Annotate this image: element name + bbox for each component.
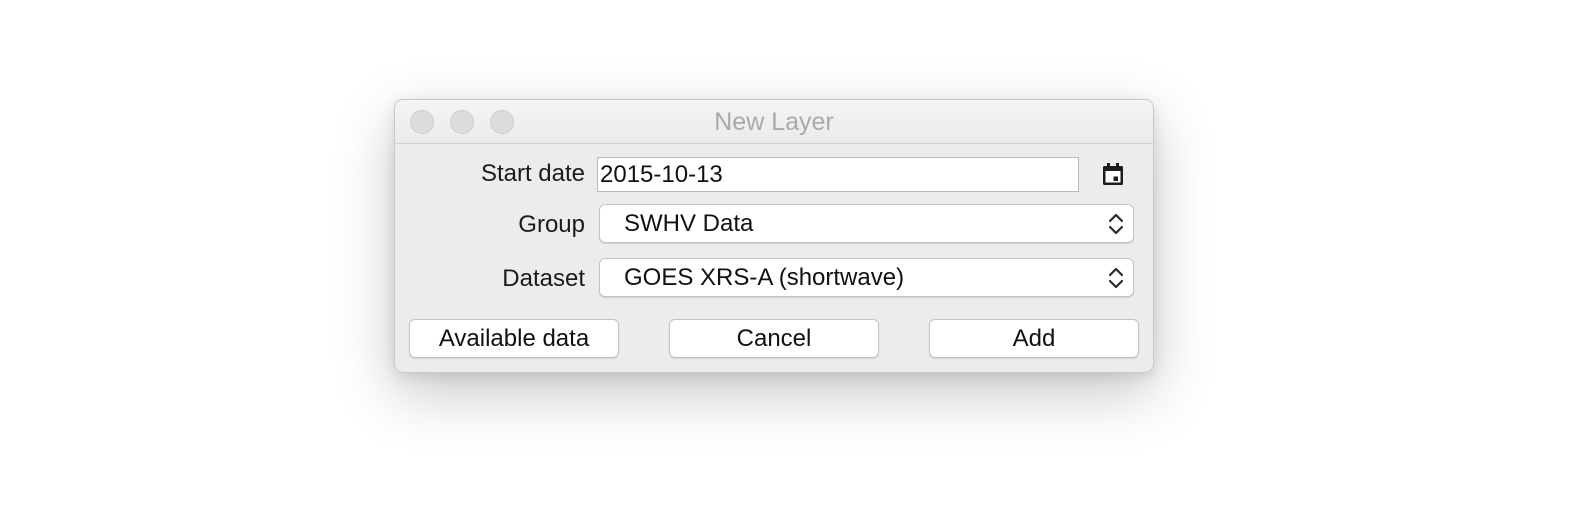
- calendar-icon[interactable]: [1101, 162, 1125, 187]
- dataset-label: Dataset: [502, 265, 585, 292]
- group-label: Group: [518, 211, 585, 238]
- group-select-value: SWHV Data: [624, 210, 754, 237]
- add-button[interactable]: Add: [929, 319, 1139, 358]
- up-down-chevron-icon: [1108, 267, 1124, 289]
- new-layer-dialog: New Layer Start date 2015-10-13 Group SW…: [394, 99, 1154, 373]
- start-date-field[interactable]: 2015-10-13: [597, 157, 1079, 192]
- up-down-chevron-icon: [1108, 213, 1124, 235]
- available-data-button[interactable]: Available data: [409, 319, 619, 358]
- start-date-label: Start date: [480, 160, 585, 187]
- dataset-select[interactable]: GOES XRS-A (shortwave): [599, 258, 1134, 297]
- group-select[interactable]: SWHV Data: [599, 204, 1134, 243]
- dataset-select-value: GOES XRS-A (shortwave): [624, 264, 905, 291]
- title-bar[interactable]: New Layer: [395, 100, 1153, 144]
- window-title: New Layer: [714, 108, 834, 136]
- cancel-button[interactable]: Cancel: [669, 319, 879, 358]
